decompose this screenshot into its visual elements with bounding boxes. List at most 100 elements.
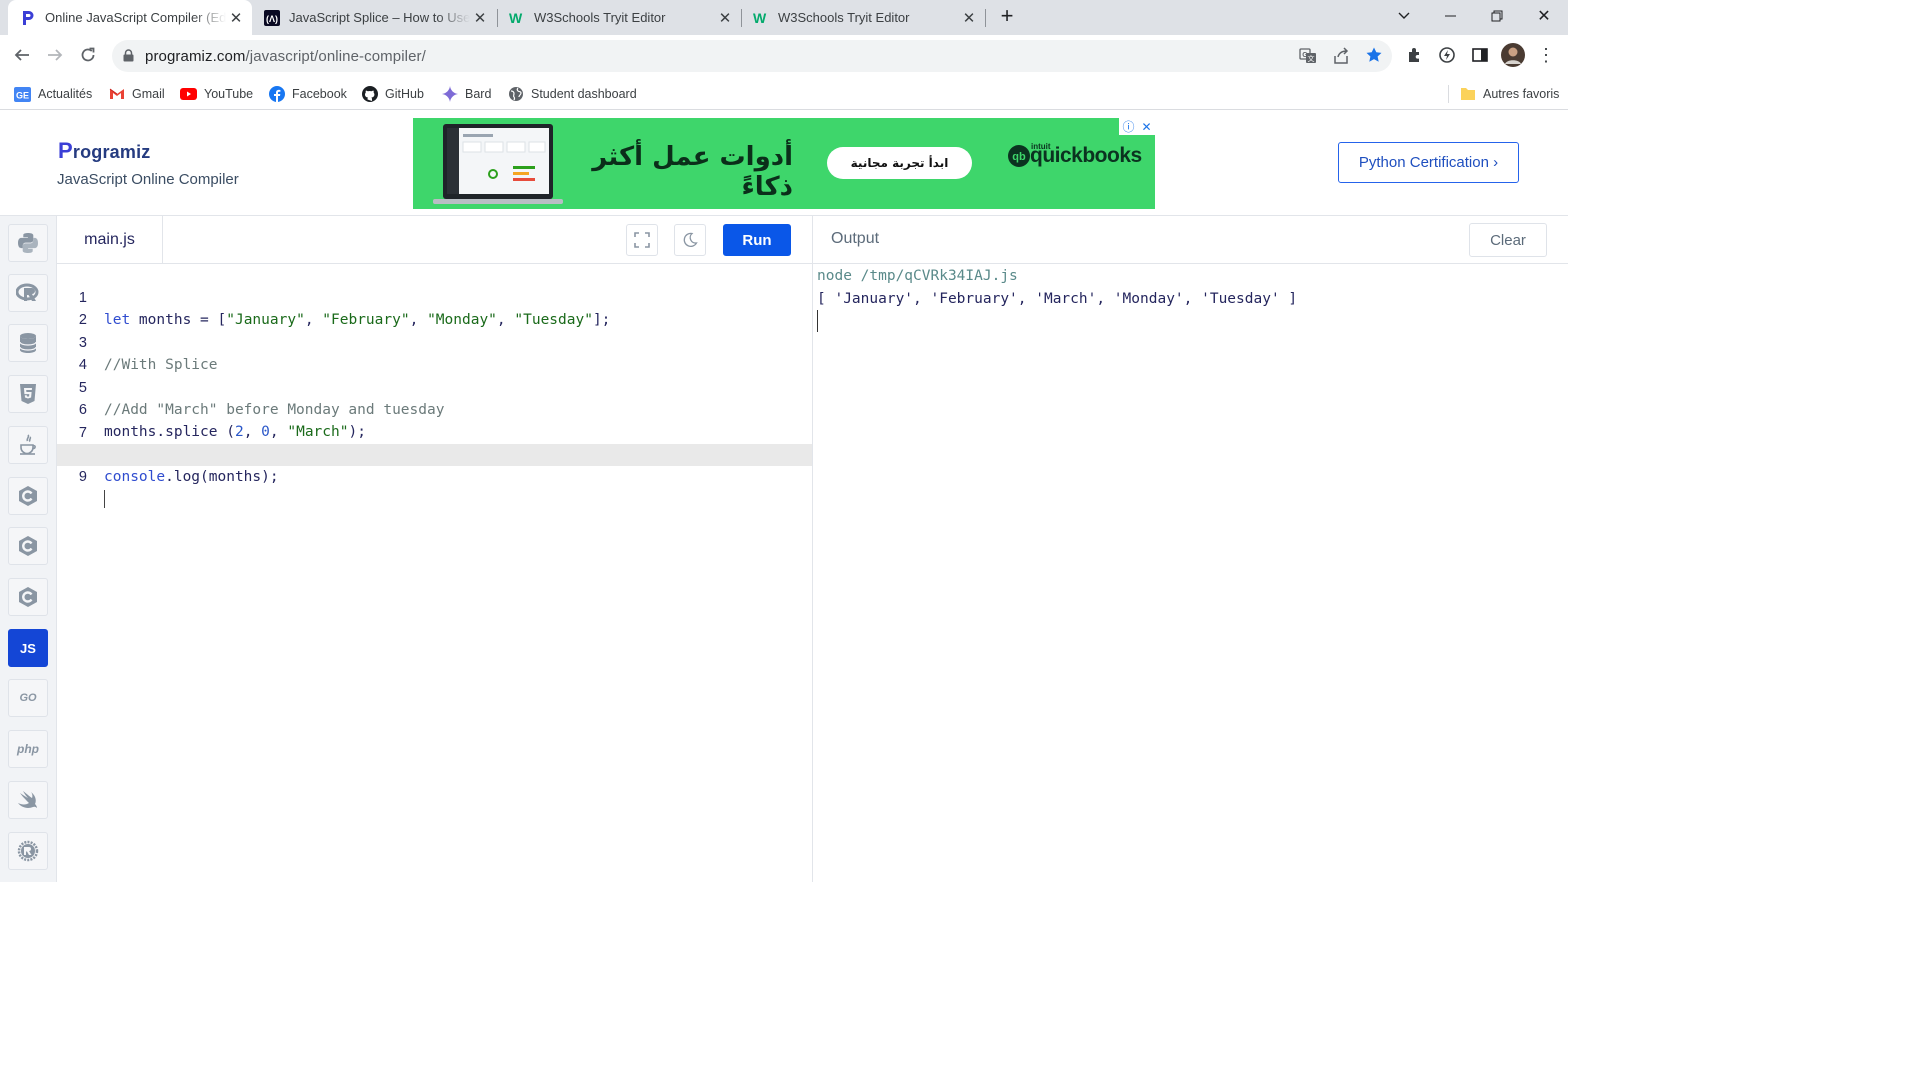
bookmark-label: Bard <box>465 87 492 101</box>
output-toolbar: Output Clear <box>812 216 1568 264</box>
lang-python[interactable] <box>8 224 48 262</box>
cpp-icon <box>19 536 37 556</box>
bookmark-facebook[interactable]: Facebook <box>268 84 347 104</box>
browser-menu-kebab-icon[interactable]: ⋮ <box>1531 40 1561 70</box>
share-icon[interactable] <box>1332 47 1350 70</box>
code-line[interactable]: 1 let months = ["January", "February", "… <box>57 265 812 328</box>
code-line[interactable]: 6 months.splice (2, 0, "March"); <box>57 377 812 440</box>
bard-sparkle-icon <box>441 86 458 103</box>
code-line[interactable]: 3 //With Splice <box>57 310 812 373</box>
w3schools-favicon-icon: W <box>753 10 769 26</box>
forward-arrow-icon[interactable] <box>40 40 70 70</box>
logo-text: rogramiz <box>72 142 151 162</box>
ad-controls: ⓘ ✕ <box>1119 118 1155 135</box>
globe-icon <box>507 86 524 103</box>
back-arrow-icon[interactable] <box>7 40 37 70</box>
javascript-label: JS <box>20 640 36 656</box>
lang-go[interactable]: GO <box>8 679 48 717</box>
close-window-icon[interactable]: ✕ <box>1521 0 1567 32</box>
tab-w3schools-1[interactable]: W W3Schools Tryit Editor ✕ <box>497 0 741 35</box>
address-bar[interactable]: programiz.com/javascript/online-compiler… <box>112 40 1392 72</box>
lang-javascript[interactable]: JS <box>8 629 48 667</box>
bookmark-star-icon[interactable] <box>1365 46 1383 69</box>
code-line[interactable]: 4 <box>57 332 812 373</box>
code-line-active[interactable]: 9 <box>57 444 812 508</box>
output-cursor <box>817 310 818 332</box>
lang-java[interactable] <box>8 426 48 464</box>
ad-info-icon[interactable]: ⓘ <box>1122 118 1134 135</box>
line-number: 9 <box>78 469 87 485</box>
bookmark-actualites[interactable]: GE Actualités <box>14 84 92 104</box>
ad-cta-button[interactable]: ابدأ تجربة مجانية <box>827 147 972 179</box>
bookmark-github[interactable]: GitHub <box>361 84 424 104</box>
bookmark-label: Autres favoris <box>1483 87 1560 101</box>
new-tab-plus-icon[interactable]: + <box>985 0 1029 32</box>
side-panel-icon[interactable] <box>1465 40 1495 70</box>
performance-icon[interactable] <box>1432 40 1462 70</box>
lang-csharp[interactable] <box>8 578 48 616</box>
python-icon <box>18 233 38 253</box>
output-console[interactable]: node /tmp/qCVRk34IAJ.js [ 'January', 'Fe… <box>812 264 1568 882</box>
reload-icon[interactable] <box>73 40 103 70</box>
bookmark-youtube[interactable]: YouTube <box>180 84 253 104</box>
lang-sql[interactable] <box>8 324 48 362</box>
java-icon <box>20 434 36 455</box>
run-button[interactable]: Run <box>723 224 791 256</box>
ad-close-icon[interactable]: ✕ <box>1141 120 1151 134</box>
code-text: console.log(months); <box>104 469 279 485</box>
logo-initial: P <box>58 138 73 163</box>
minimize-window-icon[interactable] <box>1427 0 1473 32</box>
lang-c[interactable] <box>8 477 48 515</box>
tab-w3schools-2[interactable]: W W3Schools Tryit Editor ✕ <box>741 0 985 35</box>
svg-text:W: W <box>509 10 523 26</box>
theme-toggle-button[interactable] <box>674 224 706 256</box>
lang-cpp[interactable] <box>8 527 48 565</box>
code-line[interactable]: 7 <box>57 400 812 441</box>
bookmark-other-folder[interactable]: Autres favoris <box>1459 84 1559 104</box>
fullscreen-icon <box>634 232 650 248</box>
csharp-icon <box>19 587 37 607</box>
lang-swift[interactable] <box>8 781 48 819</box>
profile-avatar[interactable] <box>1498 40 1528 70</box>
url-text[interactable]: programiz.com/javascript/online-compiler… <box>145 48 426 65</box>
file-tab-main-js[interactable]: main.js <box>57 216 163 263</box>
advertisement-banner[interactable]: أدوات عمل أكثر ذكاءً ابدأ تجربة مجانية q… <box>413 118 1155 209</box>
moon-icon <box>683 232 698 247</box>
lang-html[interactable] <box>8 375 48 413</box>
clear-output-button[interactable]: Clear <box>1469 223 1547 257</box>
close-tab-icon[interactable]: ✕ <box>470 9 490 27</box>
programiz-favicon-icon <box>20 10 36 26</box>
tab-freecodecamp[interactable]: (Λ) JavaScript Splice – How to Use the .… <box>252 0 496 35</box>
code-editor[interactable]: 1 let months = ["January", "February", "… <box>57 264 812 882</box>
code-line[interactable]: 8 console.log(months); <box>57 422 812 485</box>
tab-title: JavaScript Splice – How to Use the .spli… <box>289 10 470 25</box>
translate-icon[interactable]: 文G <box>1299 47 1317 70</box>
programiz-logo[interactable]: Programiz <box>58 138 151 164</box>
tab-search-chevron-icon[interactable] <box>1381 0 1427 32</box>
url-host: programiz.com <box>145 48 246 65</box>
url-path: /javascript/online-compiler/ <box>245 48 426 65</box>
code-line[interactable]: 5 //Add "March" before Monday and tuesda… <box>57 355 812 418</box>
output-result: [ 'January', 'February', 'March', 'Monda… <box>817 291 1298 307</box>
bookmark-gmail[interactable]: Gmail <box>108 84 165 104</box>
lang-r[interactable] <box>8 274 48 312</box>
svg-text:(Λ): (Λ) <box>266 14 278 24</box>
restore-window-icon[interactable] <box>1474 0 1520 32</box>
close-tab-icon[interactable]: ✕ <box>959 9 979 27</box>
fullscreen-button[interactable] <box>626 224 658 256</box>
code-line[interactable]: 2 <box>57 287 812 328</box>
lock-icon[interactable] <box>123 49 134 67</box>
lang-rust[interactable] <box>8 832 48 870</box>
bookmark-bard[interactable]: Bard <box>441 84 491 104</box>
svg-text:G: G <box>1302 52 1308 59</box>
extensions-puzzle-icon[interactable] <box>1400 40 1430 70</box>
bookmark-label: Student dashboard <box>531 87 637 101</box>
quickbooks-logo: qb intuit quickbooks <box>1008 142 1142 168</box>
bookmark-student-dashboard[interactable]: Student dashboard <box>507 84 637 104</box>
python-certification-button[interactable]: Python Certification › <box>1338 142 1519 183</box>
tab-programiz[interactable]: Online JavaScript Compiler (Editor) ✕ <box>8 0 252 35</box>
close-tab-icon[interactable]: ✕ <box>226 9 246 27</box>
lang-php[interactable]: php <box>8 730 48 768</box>
w3schools-favicon-icon: W <box>509 10 525 26</box>
close-tab-icon[interactable]: ✕ <box>715 9 735 27</box>
